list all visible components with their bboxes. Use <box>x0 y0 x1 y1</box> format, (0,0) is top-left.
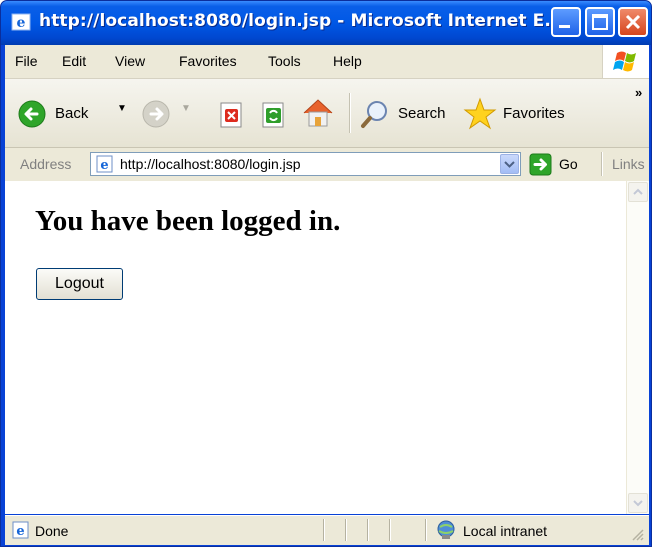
page-icon: e <box>96 155 113 173</box>
menu-view[interactable]: View <box>115 53 145 69</box>
standard-toolbar: Back ▼ ▼ Search Favorites » <box>5 79 649 148</box>
close-icon <box>625 14 641 30</box>
address-url: http://localhost:8080/login.jsp <box>120 156 301 172</box>
scroll-down-button[interactable] <box>628 493 648 513</box>
maximize-icon <box>592 14 608 30</box>
window-title: http://localhost:8080/login.jsp - Micros… <box>39 11 564 31</box>
home-button[interactable] <box>301 97 335 133</box>
status-text: Done <box>35 523 69 539</box>
forward-arrow-icon <box>142 100 170 128</box>
svg-text:e: e <box>16 524 24 539</box>
status-bar: e Done Local intranet <box>5 515 649 545</box>
back-button[interactable]: Back ▼ <box>17 99 127 129</box>
toolbar-separator <box>349 93 351 133</box>
stop-icon <box>220 102 242 128</box>
back-label: Back <box>55 105 89 122</box>
refresh-button[interactable] <box>261 101 287 133</box>
star-icon <box>463 97 497 130</box>
chevron-down-icon <box>633 500 643 507</box>
zone-text: Local intranet <box>463 523 548 539</box>
menu-help[interactable]: Help <box>333 53 362 69</box>
svg-text:e: e <box>100 158 108 173</box>
favorites-button[interactable]: Favorites <box>463 97 573 131</box>
address-input[interactable]: e http://localhost:8080/login.jsp <box>90 152 521 176</box>
home-icon <box>303 99 333 127</box>
links-label[interactable]: Links <box>612 156 645 172</box>
search-icon <box>361 101 387 128</box>
maximize-button[interactable] <box>585 7 615 37</box>
status-pane-divider <box>323 519 325 541</box>
address-label: Address <box>20 156 72 172</box>
back-dropdown-icon[interactable]: ▼ <box>117 103 127 114</box>
forward-dropdown-icon: ▼ <box>181 103 191 114</box>
page-content: You have been logged in. Logout <box>5 181 649 514</box>
chevron-up-icon <box>633 188 643 195</box>
menu-tools[interactable]: Tools <box>268 53 301 69</box>
windows-logo <box>602 45 649 78</box>
status-pane-divider <box>425 519 427 541</box>
close-button[interactable] <box>618 7 648 37</box>
logout-button[interactable]: Logout <box>36 268 123 300</box>
search-label: Search <box>398 105 446 122</box>
menu-file[interactable]: File <box>15 53 38 69</box>
page-done-icon: e <box>12 521 29 539</box>
windows-flag-icon <box>613 51 636 72</box>
local-intranet-icon <box>437 520 455 539</box>
status-pane-divider <box>345 519 347 541</box>
forward-button[interactable]: ▼ <box>141 99 191 129</box>
page-heading: You have been logged in. <box>35 205 341 237</box>
svg-text:e: e <box>17 15 26 31</box>
stop-button[interactable] <box>219 101 245 133</box>
vertical-scrollbar[interactable] <box>626 181 649 514</box>
links-separator <box>601 152 603 176</box>
minimize-icon <box>559 25 570 28</box>
chevron-down-icon <box>504 161 515 168</box>
go-label[interactable]: Go <box>559 156 578 172</box>
menu-edit[interactable]: Edit <box>62 53 86 69</box>
menu-bar: File Edit View Favorites Tools Help <box>5 45 649 79</box>
minimize-button[interactable] <box>551 7 581 37</box>
address-bar: Address e http://localhost:8080/login.js… <box>5 148 649 182</box>
status-pane-divider <box>367 519 369 541</box>
toolbar-overflow-chevron[interactable]: » <box>635 85 642 100</box>
scroll-up-button[interactable] <box>628 182 648 202</box>
refresh-icon <box>262 102 284 128</box>
browser-window: e http://localhost:8080/login.jsp - Micr… <box>0 0 652 547</box>
address-dropdown-button[interactable] <box>500 154 519 174</box>
ie-icon: e <box>11 13 31 31</box>
favorites-label: Favorites <box>503 105 565 122</box>
go-arrow-icon <box>529 153 552 176</box>
go-button[interactable] <box>529 153 552 176</box>
title-bar[interactable]: e http://localhost:8080/login.jsp - Micr… <box>1 1 651 45</box>
status-pane-divider <box>389 519 391 541</box>
back-arrow-icon <box>18 100 46 128</box>
resize-grip-icon[interactable] <box>631 528 645 542</box>
menu-favorites[interactable]: Favorites <box>179 53 237 69</box>
search-button[interactable]: Search <box>360 99 450 129</box>
